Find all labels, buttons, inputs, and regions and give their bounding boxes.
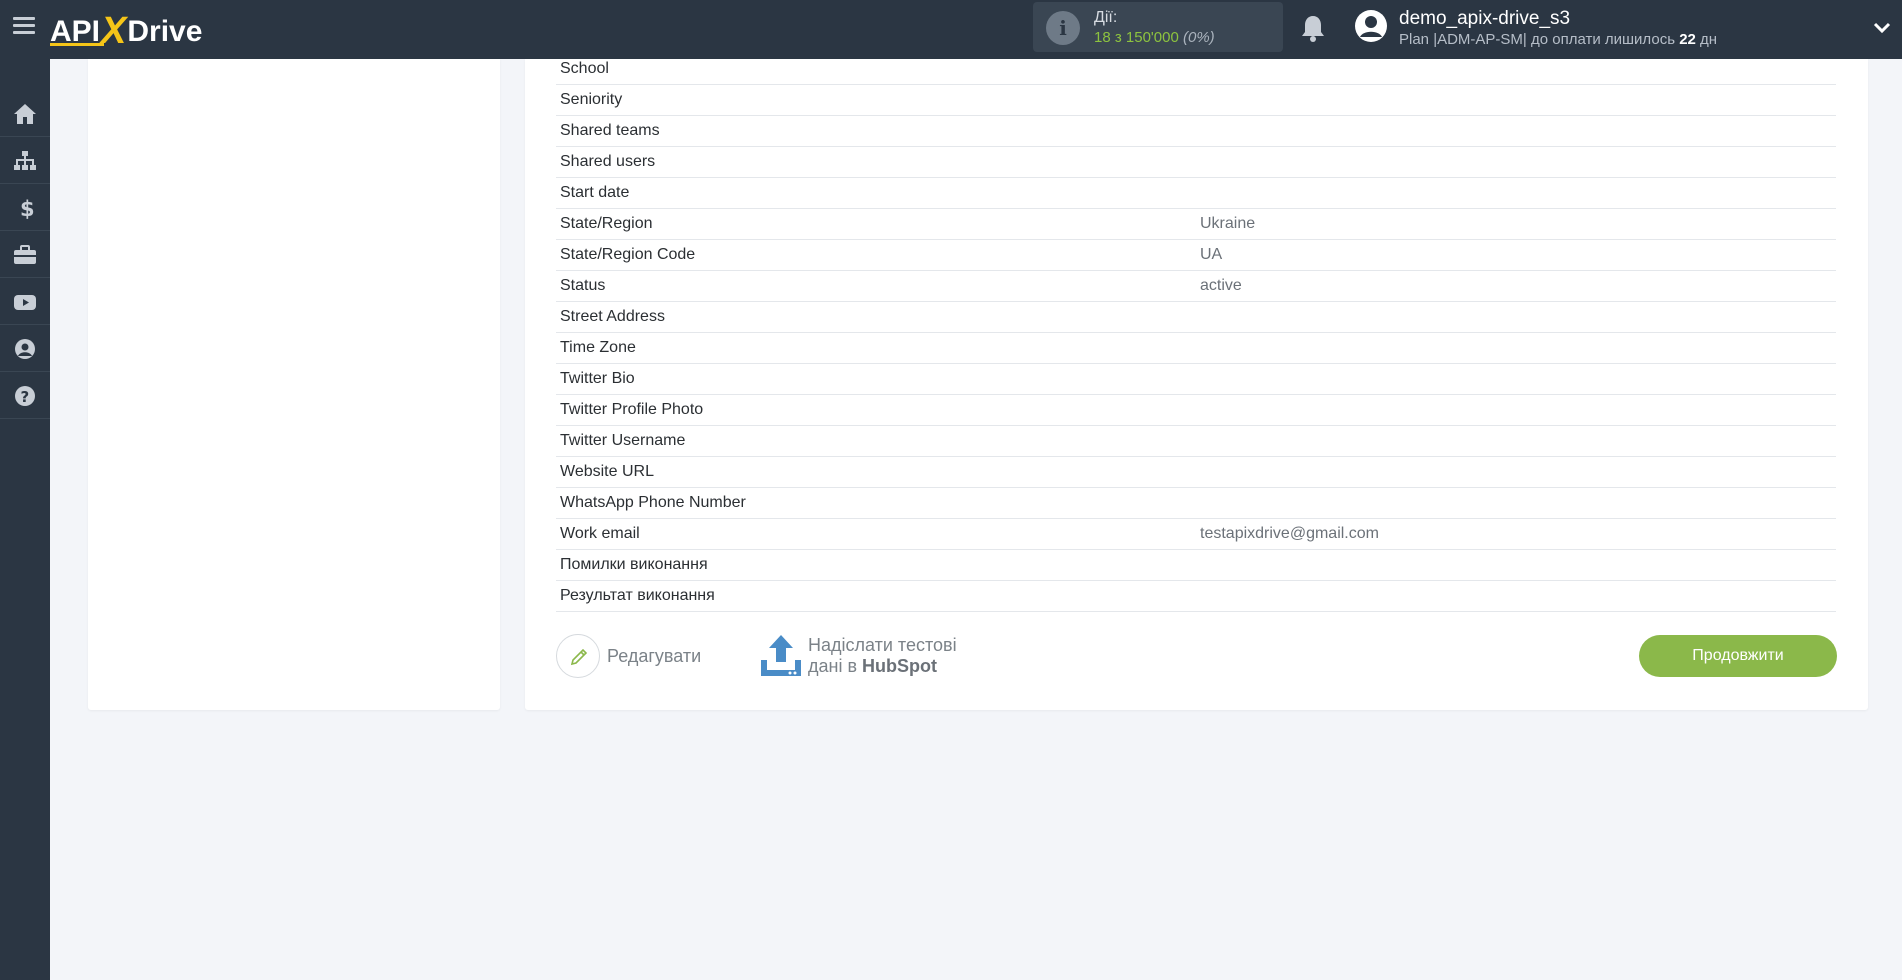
table-row: Shared users [556,147,1836,178]
field-name: Помилки виконання [560,556,708,573]
field-name: Shared teams [560,122,660,139]
table-row: Twitter Username [556,426,1836,457]
field-name: Результат виконання [560,587,715,604]
field-name: Work email [560,525,640,542]
svg-text:$: $ [20,197,35,219]
plan-prefix: Plan |ADM-AP-SM| до оплати лишилось [1399,31,1680,48]
table-row: Street Address [556,302,1836,333]
edit-circle [556,634,600,678]
send-label-line1: Надіслати тестові [808,635,957,655]
table-row: Website URL [556,457,1836,488]
info-icon: i [1046,11,1080,45]
field-name: Start date [560,184,630,201]
table-row: Twitter Bio [556,364,1836,395]
table-row: Результат виконання [556,581,1836,612]
table-row: State/Region Code UA [556,240,1836,271]
table-row: WhatsApp Phone Number [556,488,1836,519]
sidebar-item-profile[interactable] [0,326,50,372]
table-row: State/Region Ukraine [556,209,1836,240]
send-test-data-button[interactable]: Надіслати тестові дані в HubSpot [760,634,990,678]
sitemap-icon [14,151,36,170]
apix-drive-logo[interactable]: APIXDrive [50,8,203,52]
table-row: Start date [556,178,1836,209]
youtube-icon [14,295,36,310]
actions-count-value: 18 з 150'000 [1094,29,1179,46]
table-row: Помилки виконання [556,550,1836,581]
field-name: WhatsApp Phone Number [560,494,746,511]
continue-button[interactable]: Продовжити [1639,635,1837,677]
field-value: UA [1200,246,1223,263]
table-row: School [556,59,1836,85]
plan-suffix: дн [1695,31,1718,48]
actions-count: 18 з 150'000 (0%) [1094,29,1215,46]
field-name: Time Zone [560,339,636,356]
field-value: active [1200,277,1242,294]
sidebar-item-home[interactable] [0,91,50,137]
edit-button[interactable]: Редагувати [556,634,706,678]
field-name: Shared users [560,153,656,170]
upload-icon [761,635,801,676]
help-icon: ? [15,386,35,406]
field-name: Twitter Bio [560,370,635,387]
table-row: Status active [556,271,1836,302]
main-panel: School Seniority Shared teams Shared users S… [525,59,1868,710]
sidebar-item-help[interactable]: ? [0,373,50,419]
pencil-icon [570,648,588,666]
plan-days: 22 [1679,31,1696,48]
bell-icon[interactable] [1300,14,1326,42]
field-value: testapixdrive@gmail.com [1200,525,1379,542]
send-label-line2: дані в HubSpot [808,656,937,677]
chevron-down-icon[interactable] [1872,18,1892,38]
left-panel [88,59,500,710]
menu-burger-icon[interactable] [13,17,35,35]
field-name: State/Region Code [560,246,696,263]
send-label-prefix: дані в [808,656,863,676]
field-name: School [560,60,609,77]
field-name: Street Address [560,308,665,325]
plan-info: Plan |ADM-AP-SM| до оплати лишилось 22 д… [1399,31,1717,48]
field-name: Twitter Profile Photo [560,401,704,418]
user-avatar-icon[interactable] [1354,9,1388,43]
actions-counter: i Дії: 18 з 150'000 (0%) [1033,2,1283,52]
dollar-icon: $ [20,197,35,219]
top-bar: APIXDrive i Дії: 18 з 150'000 (0%) demo_… [0,0,1902,59]
table-row: Seniority [556,85,1836,116]
actions-label: Дії: [1094,9,1118,26]
table-row: Work email testapixdrive@gmail.com [556,519,1836,550]
table-row: Time Zone [556,333,1836,364]
edit-label: Редагувати [607,646,702,666]
sidebar-item-connections[interactable] [0,138,50,184]
field-value: Ukraine [1200,215,1256,232]
field-name: Seniority [560,91,623,108]
field-name: State/Region [560,215,653,232]
actions-percent: (0%) [1183,29,1215,46]
sidebar: $ ? [0,59,50,980]
table-row: Twitter Profile Photo [556,395,1836,426]
sidebar-item-billing[interactable]: $ [0,185,50,231]
field-name: Website URL [560,463,654,480]
username[interactable]: demo_apix-drive_s3 [1399,8,1570,30]
sidebar-item-video[interactable] [0,279,50,325]
fields-table: School Seniority Shared teams Shared users S… [556,59,1836,612]
logo-text-right: Drive [127,15,203,48]
logo-x: X [101,10,127,52]
field-name: Twitter Username [560,432,686,449]
user-circle-icon [15,339,35,359]
logo-underline [50,43,104,46]
svg-text:?: ? [21,388,30,406]
sidebar-item-business[interactable] [0,232,50,278]
field-name: Status [560,277,606,294]
home-icon [14,104,36,124]
table-row: Shared teams [556,116,1836,147]
briefcase-icon [14,245,36,264]
send-label-service: HubSpot [862,656,938,676]
